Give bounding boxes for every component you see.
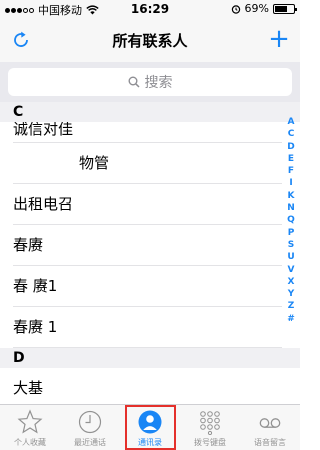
index-letter[interactable]: S xyxy=(284,239,298,251)
phone-screen: 中国移动 16:29 69% 所有联系人 + 搜索 C 诚信对佳 物管 出租电召… xyxy=(0,0,300,450)
index-letter[interactable]: Z xyxy=(284,300,298,312)
search-area: 搜索 xyxy=(0,62,300,102)
add-contact-button[interactable]: + xyxy=(266,24,292,54)
index-letter[interactable]: N xyxy=(284,202,298,214)
index-letter[interactable]: # xyxy=(284,313,298,325)
contact-row[interactable]: 物管 xyxy=(13,143,282,184)
status-right: 69% xyxy=(231,2,297,15)
tab-label: 拨号键盘 xyxy=(194,438,226,447)
battery-percent: 69% xyxy=(244,2,269,15)
contact-row[interactable]: 出租电召 xyxy=(13,184,282,225)
index-letter[interactable]: A xyxy=(284,116,298,128)
clock-icon xyxy=(78,410,102,434)
index-letter[interactable]: P xyxy=(284,227,298,239)
index-letter[interactable]: Q xyxy=(284,214,298,226)
tab-recents[interactable]: 最近通话 xyxy=(60,405,120,450)
tab-bar: 个人收藏 最近通话 通讯录 拨号键盘 语音留言 xyxy=(0,404,300,450)
battery-level xyxy=(275,5,288,12)
section-header-c: C xyxy=(0,102,300,122)
index-letter[interactable]: C xyxy=(284,128,298,140)
contact-row-cut[interactable]: 诚信对佳 xyxy=(13,122,282,143)
contact-list[interactable]: C 诚信对佳 物管 出租电召 春赓 春 赓1 春赓 1 D 大基 xyxy=(0,102,300,404)
search-input[interactable]: 搜索 xyxy=(8,68,292,96)
index-letter[interactable]: Y xyxy=(284,288,298,300)
keypad-icon xyxy=(200,411,220,435)
index-letter[interactable]: V xyxy=(284,264,298,276)
tab-label: 语音留言 xyxy=(254,438,286,447)
search-placeholder: 搜索 xyxy=(144,75,173,91)
tab-favorites[interactable]: 个人收藏 xyxy=(0,405,60,450)
contact-row[interactable]: 春 赓1 xyxy=(13,266,282,307)
tab-keypad[interactable]: 拨号键盘 xyxy=(180,405,240,450)
index-letter[interactable]: F xyxy=(284,165,298,177)
contact-row[interactable]: 春赓 xyxy=(13,225,282,266)
index-letter[interactable]: I xyxy=(284,177,298,189)
tab-label: 个人收藏 xyxy=(14,438,46,447)
index-letter[interactable]: D xyxy=(284,141,298,153)
page-title: 所有联系人 xyxy=(112,32,188,50)
tab-voicemail[interactable]: 语音留言 xyxy=(240,405,300,450)
tab-label: 通讯录 xyxy=(138,438,162,447)
index-letter[interactable]: E xyxy=(284,153,298,165)
alphabet-index[interactable]: A C D E F I K N Q P S U V X Y Z # xyxy=(284,116,298,325)
contact-row[interactable]: 春赓 1 xyxy=(13,307,282,348)
section-header-d: D xyxy=(0,348,300,368)
index-letter[interactable]: K xyxy=(284,190,298,202)
index-letter[interactable]: U xyxy=(284,251,298,263)
contact-row[interactable]: 大基 xyxy=(13,368,282,404)
alarm-clock-icon xyxy=(231,4,240,14)
search-icon xyxy=(128,76,140,88)
voicemail-icon xyxy=(259,418,281,428)
battery-icon xyxy=(273,3,297,14)
index-letter[interactable]: X xyxy=(284,276,298,288)
tab-label: 最近通话 xyxy=(74,438,106,447)
tab-contacts[interactable]: 通讯录 xyxy=(120,405,180,450)
status-bar: 中国移动 16:29 69% xyxy=(0,0,300,18)
person-icon xyxy=(138,410,162,434)
nav-bar: 所有联系人 + xyxy=(0,18,300,62)
star-icon xyxy=(17,409,43,434)
